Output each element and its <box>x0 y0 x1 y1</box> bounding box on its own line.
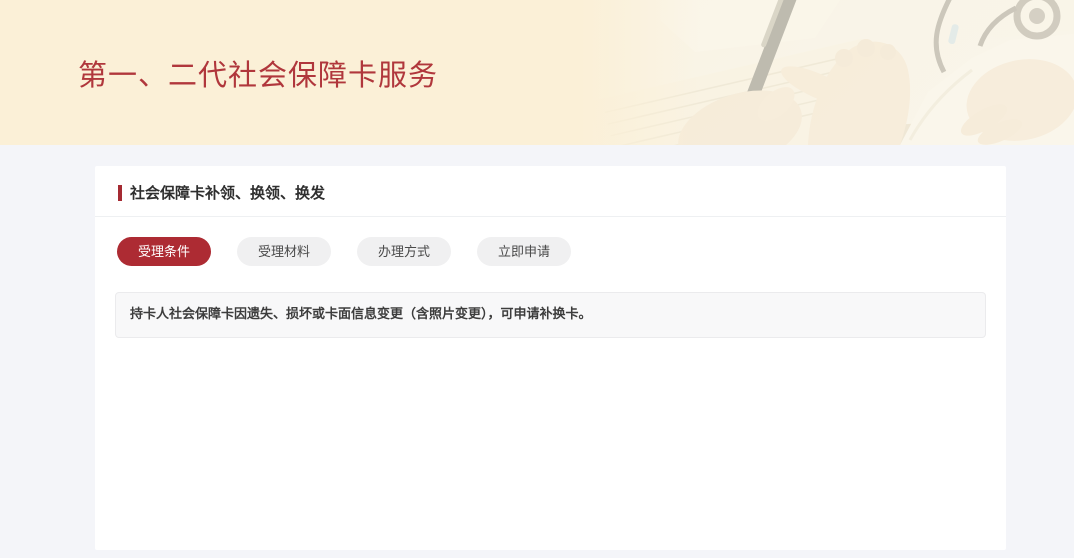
notice-text: 持卡人社会保障卡因遗失、损坏或卡面信息变更（含照片变更），可申请补换卡。 <box>130 306 971 322</box>
tab-processing-method[interactable]: 办理方式 <box>357 237 451 266</box>
banner-photo-illustration <box>580 0 1074 145</box>
tab-acceptance-conditions[interactable]: 受理条件 <box>117 237 211 266</box>
card-title: 社会保障卡补领、换领、换发 <box>130 182 325 203</box>
tab-bar: 受理条件 受理材料 办理方式 立即申请 <box>95 217 1006 266</box>
title-accent-bar <box>118 185 122 201</box>
service-card: 社会保障卡补领、换领、换发 受理条件 受理材料 办理方式 立即申请 持卡人社会保… <box>95 166 1006 550</box>
page-title: 第一、二代社会保障卡服务 <box>78 52 438 94</box>
notice-box: 持卡人社会保障卡因遗失、损坏或卡面信息变更（含照片变更），可申请补换卡。 <box>115 292 986 338</box>
tab-apply-now[interactable]: 立即申请 <box>477 237 571 266</box>
tab-required-materials[interactable]: 受理材料 <box>237 237 331 266</box>
main-content: 社会保障卡补领、换领、换发 受理条件 受理材料 办理方式 立即申请 持卡人社会保… <box>0 145 1074 550</box>
photo-left-fade <box>580 0 700 145</box>
card-header: 社会保障卡补领、换领、换发 <box>95 166 1006 217</box>
page-banner: 第一、二代社会保障卡服务 <box>0 0 1074 145</box>
